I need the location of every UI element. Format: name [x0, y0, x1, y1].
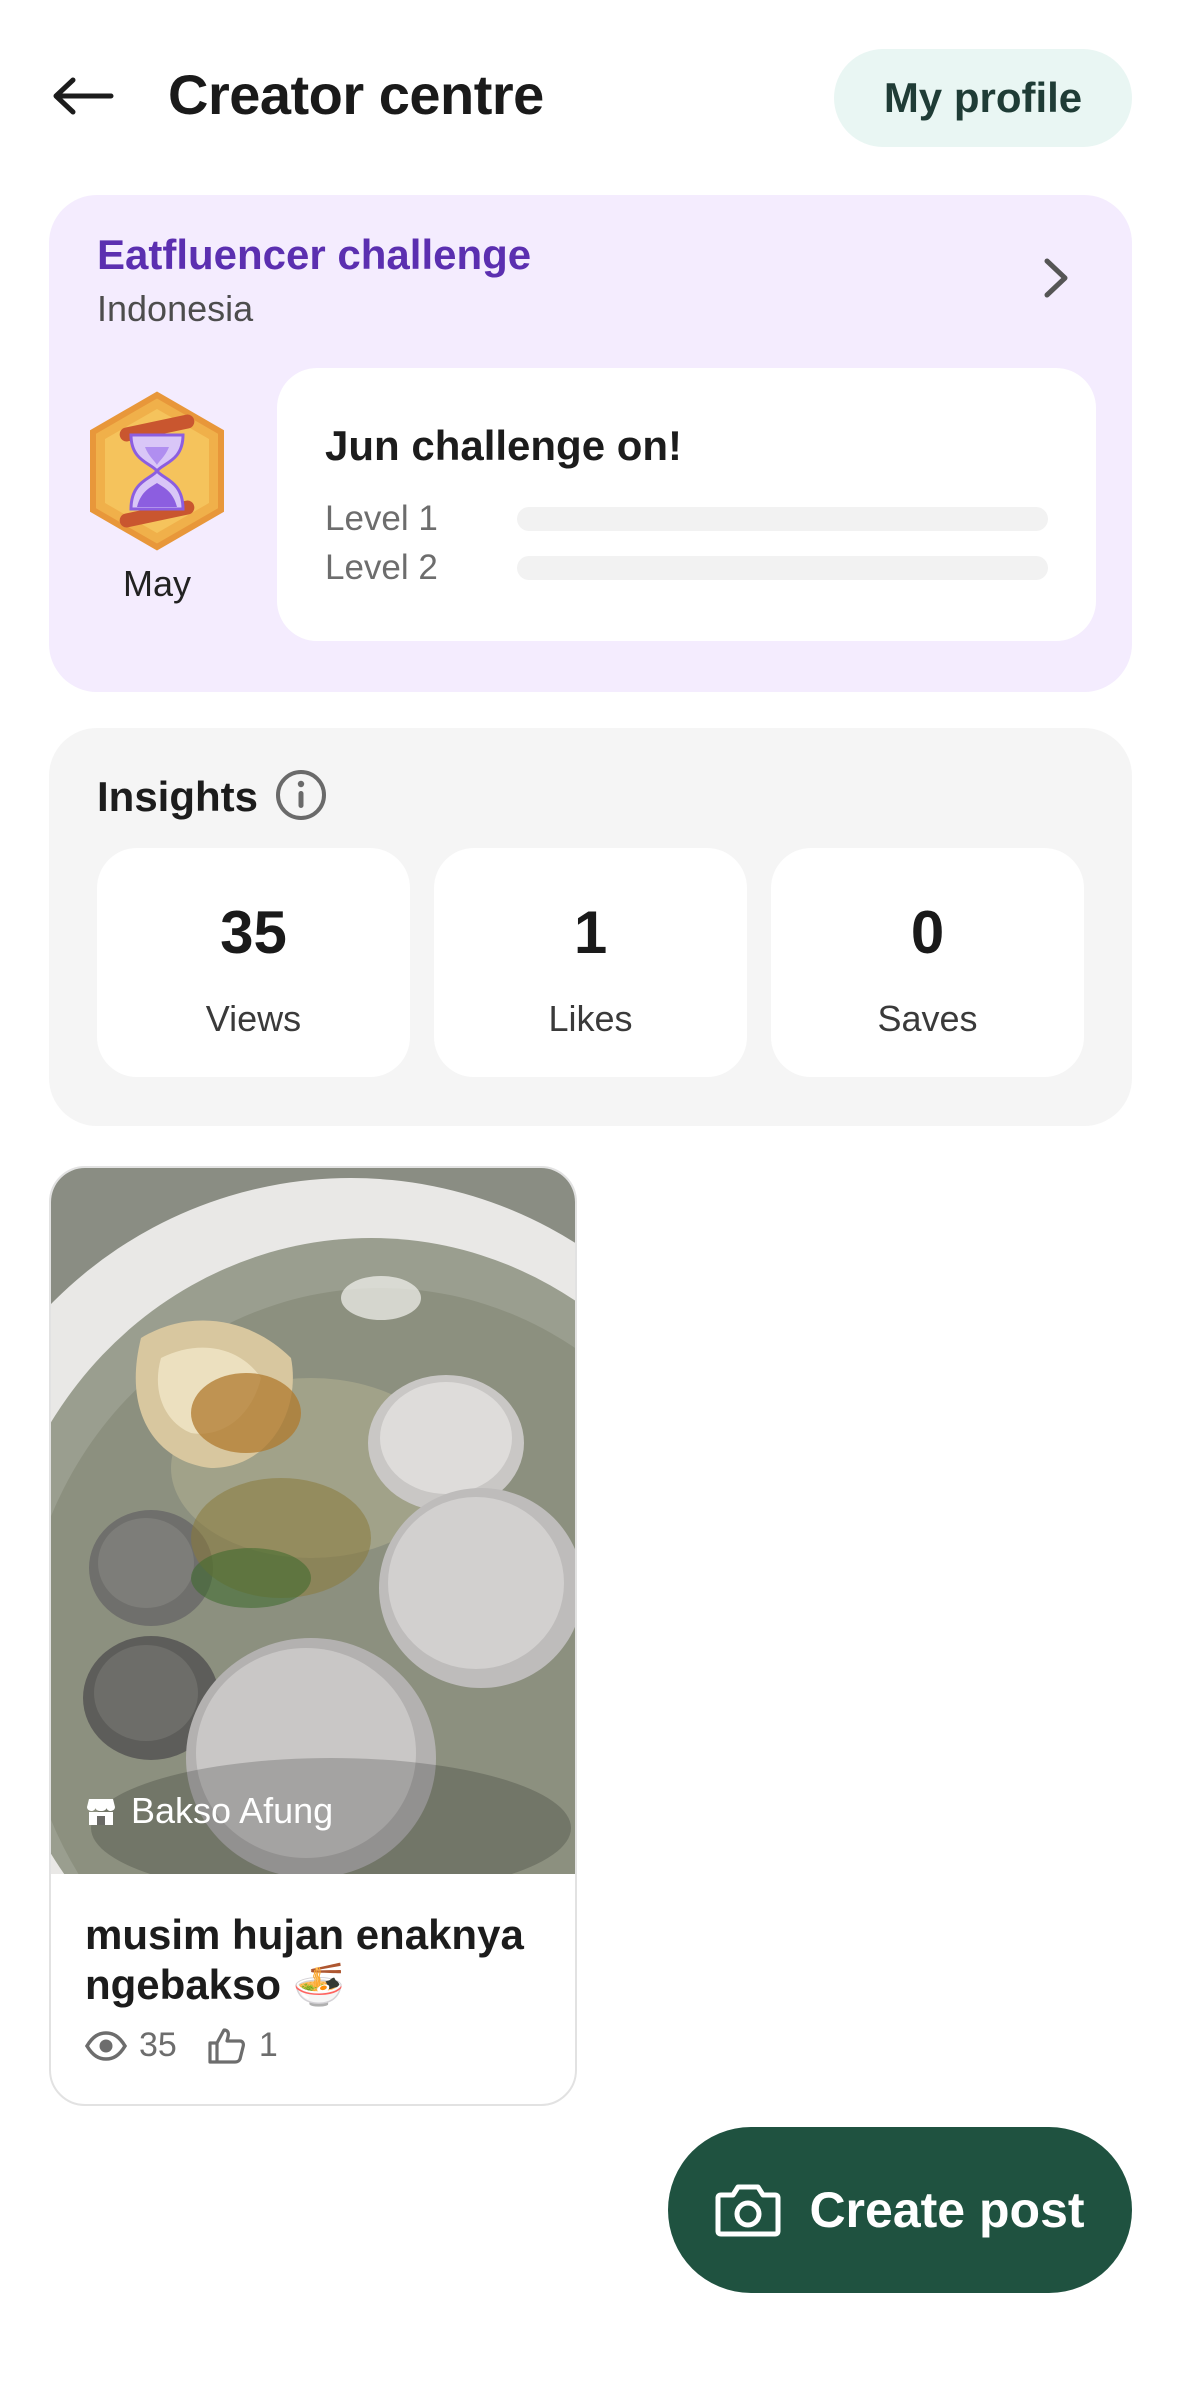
level-1-progress-bar	[517, 507, 1048, 531]
page-title: Creator centre	[168, 63, 544, 126]
post-card[interactable]: Bakso Afung musim hujan enaknya ngebakso…	[49, 1166, 577, 2106]
create-post-button[interactable]: Create post	[668, 2127, 1132, 2293]
challenge-status: Jun challenge on!	[325, 422, 683, 469]
level-1-label: Level 1	[325, 499, 438, 538]
saves-stat: 0 Saves	[771, 848, 1084, 1077]
post-title: musim hujan enaknya ngebakso 🍜	[85, 1911, 524, 2008]
insights-title: Insights	[97, 773, 259, 820]
arrow-left-icon	[53, 77, 114, 115]
challenge-card[interactable]: Eatfluencer challenge Indonesia May Jun …	[49, 195, 1132, 692]
post-stats: 35 1	[85, 2026, 278, 2065]
level-2-label: Level 2	[325, 548, 438, 587]
badge-month-label: May	[122, 563, 191, 604]
post-photo	[51, 1168, 575, 1874]
likes-count: 1	[573, 899, 608, 966]
views-label: Views	[205, 998, 302, 1039]
post-views-count: 35	[139, 2026, 177, 2064]
thumbs-up-icon	[208, 2027, 245, 2064]
challenge-title: Eatfluencer challenge	[97, 231, 532, 278]
back-button[interactable]	[48, 66, 118, 126]
challenge-region: Indonesia	[97, 288, 254, 329]
post-likes-count: 1	[258, 2026, 278, 2064]
likes-stat: 1 Likes	[434, 848, 747, 1077]
views-count: 35	[220, 899, 287, 966]
info-icon[interactable]	[274, 768, 328, 822]
app-header: Creator centre My profile	[0, 0, 1179, 190]
challenge-progress-card: Jun challenge on! Level 1 Level 2	[277, 368, 1096, 641]
my-profile-button[interactable]: My profile	[834, 49, 1132, 147]
level-2-progress-bar	[517, 556, 1048, 580]
views-stat: 35 Views	[97, 848, 410, 1077]
saves-label: Saves	[877, 998, 978, 1039]
place-name: Bakso Afung	[131, 1790, 334, 1831]
place-tag[interactable]: Bakso Afung	[85, 1790, 333, 1832]
camera-icon	[715, 2184, 781, 2237]
store-icon	[87, 1799, 115, 1825]
eye-icon	[85, 2030, 127, 2061]
insights-panel: Insights 35 Views 1 Likes 0 Saves	[49, 728, 1132, 1126]
hourglass-badge-icon	[90, 391, 224, 551]
likes-label: Likes	[548, 998, 633, 1039]
chevron-right-icon[interactable]	[1035, 253, 1075, 303]
saves-count: 0	[910, 899, 945, 966]
create-post-label: Create post	[809, 2182, 1085, 2238]
